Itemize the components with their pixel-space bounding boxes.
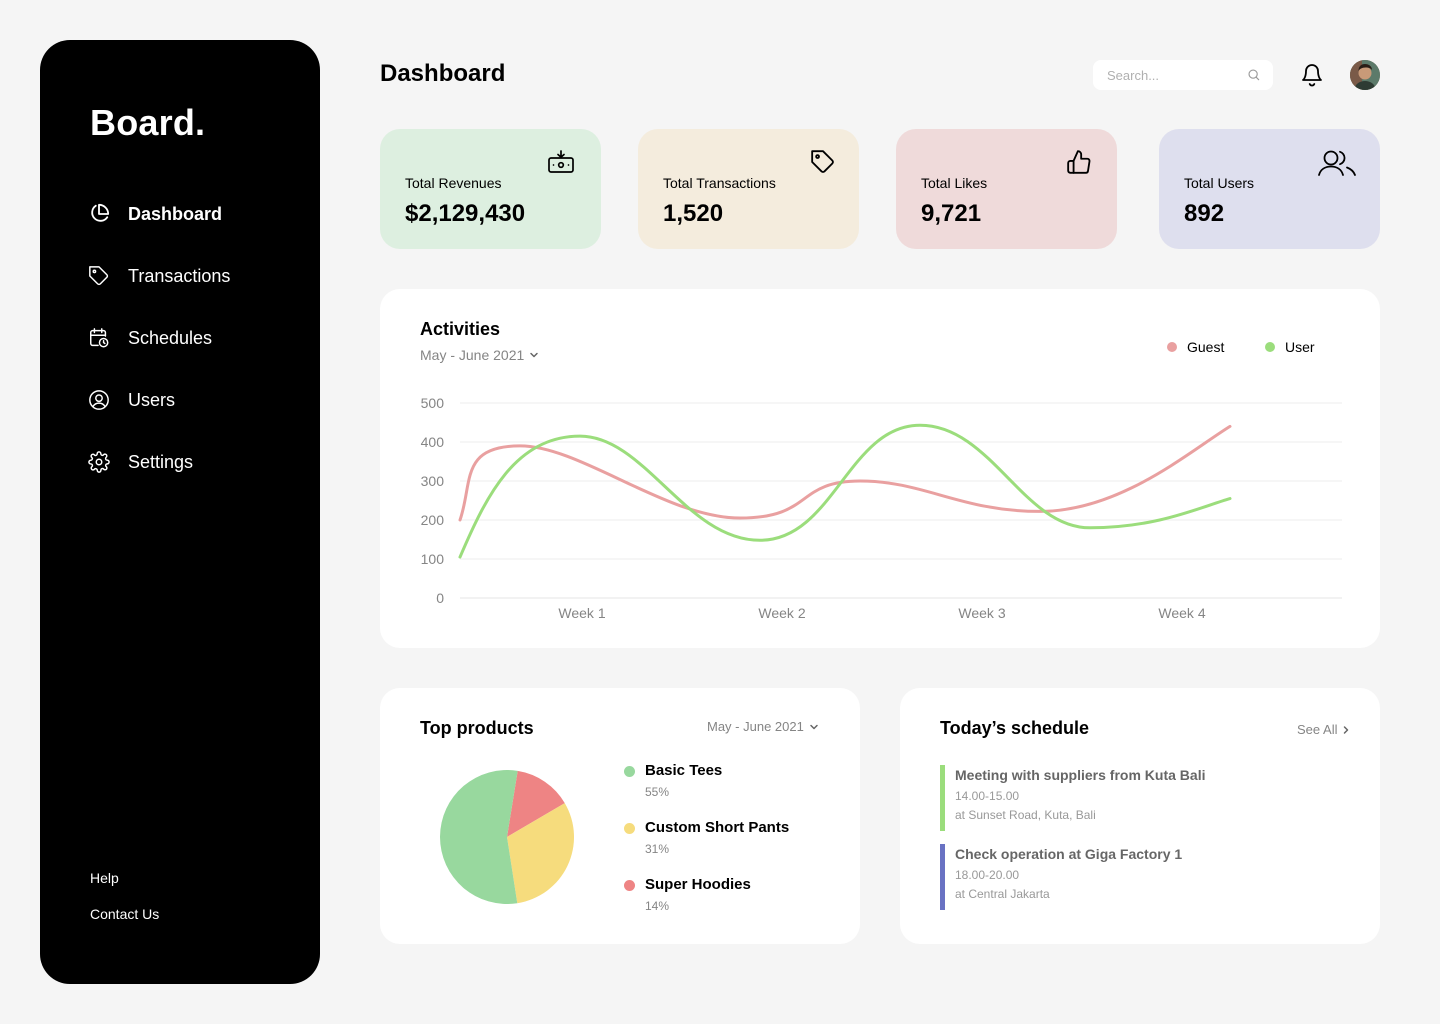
schedule-title: Today’s schedule <box>940 718 1090 738</box>
stat-card-transactions: Total Transactions 1,520 <box>638 129 859 249</box>
stat-value: $2,129,430 <box>405 200 526 227</box>
brand-logo: Board. <box>90 102 206 143</box>
search-input[interactable] <box>1107 67 1237 83</box>
x-tick-label: Week 1 <box>558 605 605 621</box>
bell-icon[interactable] <box>1300 62 1324 88</box>
avatar[interactable] <box>1350 60 1380 90</box>
schedule-item[interactable]: Meeting with suppliers from Kuta Bali 14… <box>940 765 1340 831</box>
product-name: Basic Tees <box>645 762 723 779</box>
page-title: Dashboard <box>380 60 506 87</box>
y-tick-label: 300 <box>421 473 445 489</box>
sidebar-nav: Dashboard Transactions Schedules Users S… <box>88 200 230 510</box>
gear-icon <box>88 451 110 473</box>
sidebar-item-label: Transactions <box>128 265 231 286</box>
y-tick-label: 200 <box>421 512 445 528</box>
schedule-color-bar <box>940 765 945 831</box>
top-products-title: Top products <box>420 718 534 738</box>
series-line-guest <box>458 424 1232 522</box>
product-name: Super Hoodies <box>645 876 751 893</box>
user-circle-icon <box>89 390 109 410</box>
sidebar-footer: Help Contact Us <box>90 870 159 942</box>
activities-card: Activities May - June 2021 Guest User 01… <box>380 289 1380 648</box>
chevron-right-icon <box>1344 725 1349 734</box>
sidebar-item-label: Users <box>128 389 176 410</box>
sidebar-item-schedules[interactable]: Schedules <box>88 324 230 352</box>
users-icon <box>1318 150 1356 176</box>
schedule-color-bar <box>940 844 945 910</box>
see-all-label: See All <box>1297 722 1338 737</box>
sidebar-item-label: Schedules <box>128 327 213 348</box>
todays-schedule-card: Today’s schedule See All Meeting with su… <box>900 688 1380 944</box>
stat-value: 892 <box>1184 200 1225 227</box>
see-all-link[interactable]: See All <box>1297 722 1351 737</box>
x-tick-label: Week 3 <box>958 605 1005 621</box>
product-dot <box>624 823 635 834</box>
money-icon <box>548 150 574 173</box>
stat-label: Total Likes <box>921 175 988 191</box>
contact-us-link[interactable]: Contact Us <box>90 906 159 922</box>
product-percent: 55% <box>645 785 670 799</box>
period-label: May - June 2021 <box>707 719 804 734</box>
sidebar-item-label: Dashboard <box>128 203 223 224</box>
activities-line-chart: 0 100 200 300 400 500 Week 1 Week 2 Week 3 Week 4 <box>421 395 1342 621</box>
chevron-down-icon <box>810 724 818 729</box>
product-percent: 31% <box>645 842 670 856</box>
stat-label: Total Users <box>1184 175 1255 191</box>
schedule-item-location: at Central Jakarta <box>955 887 1050 901</box>
schedule-item-title: Check operation at Giga Factory 1 <box>955 846 1183 862</box>
schedule-item-title: Meeting with suppliers from Kuta Bali <box>955 767 1206 783</box>
sidebar-item-transactions[interactable]: Transactions <box>88 262 230 290</box>
thumbs-up-icon <box>1067 150 1091 174</box>
pie-chart-icon <box>91 203 110 222</box>
product-name: Custom Short Pants <box>645 819 790 836</box>
avatar-image <box>1350 60 1380 90</box>
y-tick-label: 500 <box>421 395 445 411</box>
y-tick-label: 100 <box>421 551 445 567</box>
stat-card-users: Total Users 892 <box>1159 129 1380 249</box>
series-line-user <box>458 423 1232 559</box>
calendar-clock-icon <box>90 328 109 348</box>
x-tick-label: Week 2 <box>758 605 805 621</box>
stat-card-likes: Total Likes 9,721 <box>896 129 1117 249</box>
schedule-item-time: 14.00-15.00 <box>955 789 1020 803</box>
product-dot <box>624 880 635 891</box>
sidebar-item-label: Settings <box>128 451 194 472</box>
stat-value: 9,721 <box>921 200 982 227</box>
sidebar-item-settings[interactable]: Settings <box>88 448 230 476</box>
stat-label: Total Transactions <box>663 175 776 191</box>
products-pie-chart <box>440 770 574 904</box>
tag-icon <box>811 150 834 173</box>
stat-card-revenues: Total Revenues $2,129,430 <box>380 129 601 249</box>
tag-icon <box>89 266 109 286</box>
x-tick-label: Week 4 <box>1158 605 1205 621</box>
pie-slice-basic-tees <box>440 770 518 904</box>
sidebar-item-dashboard[interactable]: Dashboard <box>88 200 230 228</box>
stat-value: 1,520 <box>663 200 724 227</box>
schedule-item-location: at Sunset Road, Kuta, Bali <box>955 808 1096 822</box>
y-tick-label: 400 <box>421 434 445 450</box>
search-box <box>1093 60 1273 90</box>
sidebar-item-users[interactable]: Users <box>88 386 230 414</box>
y-tick-label: 0 <box>436 590 444 606</box>
products-period-select[interactable]: May - June 2021 <box>707 719 819 734</box>
stat-label: Total Revenues <box>405 175 502 191</box>
schedule-item-time: 18.00-20.00 <box>955 868 1020 882</box>
search-icon[interactable] <box>1247 68 1261 82</box>
product-dot <box>624 766 635 777</box>
sidebar: Board. Dashboard Transactions Schedules <box>40 40 320 984</box>
top-products-card: Top products May - June 2021 Basic Tees … <box>380 688 860 944</box>
help-link[interactable]: Help <box>90 870 159 886</box>
schedule-item[interactable]: Check operation at Giga Factory 1 18.00-… <box>940 844 1340 910</box>
product-percent: 14% <box>645 899 670 913</box>
